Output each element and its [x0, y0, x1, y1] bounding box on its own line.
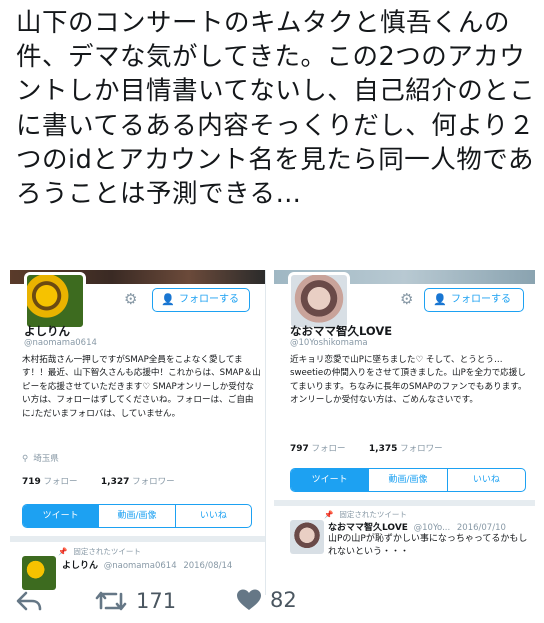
like-button[interactable]: 82	[236, 588, 297, 612]
pinned-name: よしりん	[62, 561, 99, 571]
divider	[274, 500, 535, 506]
retweet-icon	[95, 591, 127, 611]
profile-stats: 719 フォロー 1,327 フォロワー	[22, 475, 175, 487]
tweet-actions: 171 82	[0, 584, 544, 620]
profile-bio: 木村拓哉さん一押しですがSMAP全員をこよなく愛してます！！最近、山下智久さんも…	[22, 355, 261, 419]
pin-icon: 📌	[58, 547, 68, 556]
reply-icon	[16, 591, 42, 611]
tweet-text: 山下のコンサートのキムタクと慎吾くんの件、デマな気がしてきた。この2つのアカウン…	[16, 8, 536, 210]
add-user-icon: 👤	[161, 293, 175, 306]
add-user-icon: 👤	[433, 293, 447, 306]
gear-icon[interactable]: ⚙	[124, 292, 137, 307]
location-pin-icon: ⚲	[22, 454, 29, 464]
followers-count[interactable]: 1,327	[101, 477, 129, 487]
tab-likes[interactable]: いいね	[174, 505, 251, 527]
tab-tweets[interactable]: ツイート	[291, 469, 369, 491]
like-count: 82	[270, 588, 297, 612]
avatar	[24, 272, 86, 330]
gear-icon[interactable]: ⚙	[400, 292, 413, 307]
followers-count[interactable]: 1,375	[369, 444, 397, 454]
profile-stats: 797 フォロー 1,375 フォロワー	[290, 442, 443, 454]
heart-icon	[237, 589, 261, 610]
pinned-tweet-label: 📌 固定されたツイート	[324, 510, 407, 519]
follow-label: フォローする	[451, 294, 511, 305]
pinned-name: なおママ智久LOVE	[328, 523, 408, 533]
tab-tweets[interactable]: ツイート	[23, 505, 99, 527]
retweet-button[interactable]: 171	[94, 588, 176, 614]
tab-likes[interactable]: いいね	[446, 469, 525, 491]
followers-label: フォロワー	[400, 444, 443, 454]
following-count[interactable]: 797	[290, 444, 309, 454]
profile-handle: @naomama0614	[24, 338, 97, 348]
profile-tabs: ツイート 動画/画像 いいね	[290, 468, 526, 492]
pinned-tweet-text: 山Pの山Pが恥ずかしい事になっちゃってるかもしれないという・・・	[328, 534, 528, 557]
pinned-handle: @naomama0614	[103, 561, 177, 571]
profile-card-right: ⚙ 👤 フォローする なおママ智久LOVE @10Yoshikomama 近キョ…	[274, 270, 535, 595]
profile-card-left: ⚙ 👤 フォローする よしりん @naomama0614 木村拓哉さん一押しです…	[10, 270, 266, 595]
divider	[10, 536, 265, 542]
pinned-handle: @10Yo...	[413, 523, 451, 533]
retweet-count: 171	[136, 589, 177, 613]
pinned-date: 2016/07/10	[456, 523, 506, 533]
profile-handle: @10Yoshikomama	[290, 338, 368, 348]
following-count[interactable]: 719	[22, 477, 41, 487]
following-label: フォロー	[43, 477, 78, 487]
profile-location: ⚲ 埼玉県	[22, 452, 59, 464]
followers-label: フォロワー	[132, 477, 175, 487]
pinned-date: 2016/08/14	[183, 561, 233, 571]
follow-button[interactable]: 👤 フォローする	[152, 288, 250, 312]
pinned-tweet-header: よしりん @naomama0614 2016/08/14	[62, 558, 232, 571]
follow-label: フォローする	[179, 294, 239, 305]
profile-name: よしりん	[24, 324, 70, 338]
reply-button[interactable]	[16, 590, 42, 612]
pinned-avatar	[290, 520, 324, 554]
following-label: フォロー	[311, 444, 346, 454]
pinned-tweet-label: 📌 固定されたツイート	[58, 547, 141, 556]
pin-icon: 📌	[324, 510, 334, 519]
profile-name: なおママ智久LOVE	[290, 324, 393, 338]
attached-screenshots[interactable]: ⚙ 👤 フォローする よしりん @naomama0614 木村拓哉さん一押しです…	[10, 270, 535, 595]
pinned-tweet-header: なおママ智久LOVE @10Yo... 2016/07/10	[328, 520, 506, 533]
tab-media[interactable]: 動画/画像	[368, 469, 446, 491]
profile-bio: 近キョリ恋愛で山Pに墜ちました♡ そして、とうとう…sweetieの仲間入りをさ…	[290, 355, 527, 406]
location-text: 埼玉県	[33, 454, 59, 464]
tab-media[interactable]: 動画/画像	[98, 505, 174, 527]
follow-button[interactable]: 👤 フォローする	[424, 288, 524, 312]
avatar	[288, 272, 350, 330]
profile-tabs: ツイート 動画/画像 いいね	[22, 504, 252, 528]
